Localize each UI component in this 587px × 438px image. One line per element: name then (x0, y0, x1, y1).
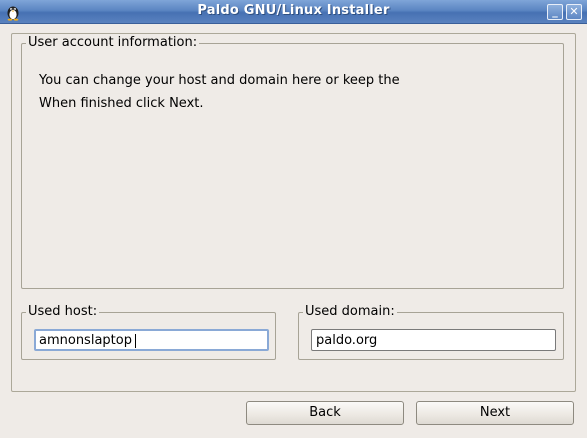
user-account-group: User account information: You can change… (21, 35, 564, 289)
used-host-group: Used host: (21, 304, 276, 360)
domain-input[interactable] (311, 329, 556, 351)
back-button[interactable]: Back (246, 401, 404, 425)
close-icon[interactable]: ✕ (566, 4, 582, 20)
installer-window: Paldo GNU/Linux Installer _ ✕ User accou… (0, 0, 587, 438)
window-title: Paldo GNU/Linux Installer (197, 3, 390, 18)
used-host-legend: Used host: (26, 304, 100, 320)
user-account-legend: User account information: (26, 35, 200, 51)
minimize-icon[interactable]: _ (547, 4, 563, 20)
used-domain-legend: Used domain: (303, 304, 397, 320)
info-text-line-2: When finished click Next. (39, 96, 204, 111)
host-input[interactable] (34, 329, 269, 351)
info-text-line-1: You can change your host and domain here… (39, 73, 400, 88)
next-button[interactable]: Next (416, 401, 574, 425)
text-cursor (135, 334, 136, 348)
title-bar[interactable]: Paldo GNU/Linux Installer _ ✕ (0, 0, 587, 24)
used-domain-group: Used domain: (298, 304, 564, 360)
